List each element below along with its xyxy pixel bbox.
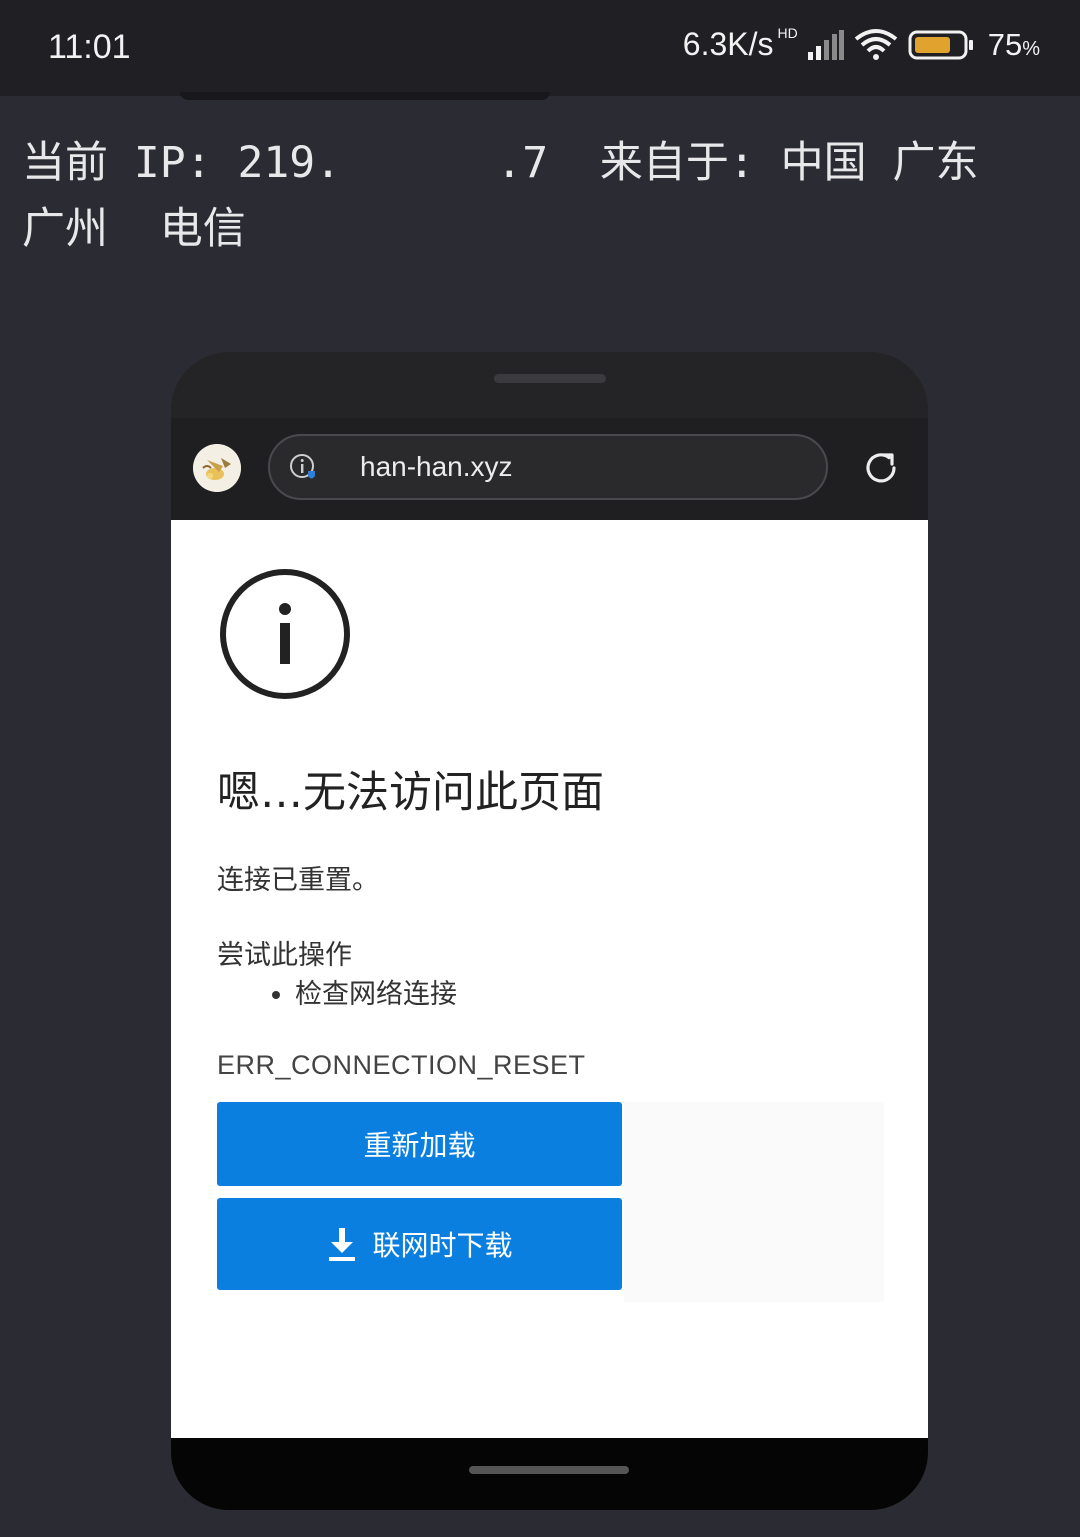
error-description: 连接已重置。 bbox=[217, 865, 379, 896]
camera-notch bbox=[180, 92, 550, 100]
info-circle-icon bbox=[220, 569, 350, 699]
error-code: ERR_CONNECTION_RESET bbox=[217, 1050, 586, 1080]
reload-button[interactable]: 重新加载 bbox=[217, 1102, 622, 1186]
download-when-online-button[interactable]: 联网时下载 bbox=[217, 1198, 622, 1290]
page-shadow-area bbox=[624, 1102, 884, 1302]
ip-info-masked: 1█ █ bbox=[341, 138, 497, 188]
status-indicators: 6.3K/s HD 75% bbox=[682, 24, 1040, 63]
phone-mockup: han-han.xyz 嗯…无法访问此页面 连接已重置。 尝试此操作 检查网络连… bbox=[171, 352, 928, 1510]
phone-bottom-bar bbox=[171, 1438, 928, 1510]
reload-button-label: 重新加载 bbox=[363, 1129, 476, 1162]
download-icon bbox=[329, 1228, 356, 1261]
site-info-icon[interactable] bbox=[288, 452, 318, 482]
ip-info-suffix: .7 来自于: 中国 广东 bbox=[496, 138, 979, 188]
try-this-heading: 尝试此操作 bbox=[217, 940, 352, 971]
wifi-icon bbox=[854, 28, 897, 60]
home-indicator[interactable] bbox=[469, 1466, 629, 1474]
profile-avatar[interactable] bbox=[193, 444, 241, 492]
battery-percentage: 75% bbox=[987, 26, 1040, 62]
ip-info-prefix: 当前 IP: 219. bbox=[22, 138, 341, 188]
network-speed: 6.3K/s bbox=[682, 26, 774, 62]
status-time: 11:01 bbox=[48, 28, 131, 66]
cellular-signal-icon bbox=[807, 29, 844, 60]
battery-icon bbox=[908, 30, 973, 59]
browser-toolbar: han-han.xyz bbox=[171, 418, 928, 520]
download-button-label: 联网时下载 bbox=[372, 1229, 513, 1262]
avatar-image-icon bbox=[193, 444, 241, 492]
reload-icon[interactable] bbox=[861, 448, 901, 488]
ip-info-line-1: 当前 IP: 219.1█ █.7 来自于: 中国 广东 bbox=[22, 128, 979, 190]
error-title: 嗯…无法访问此页面 bbox=[217, 768, 604, 818]
suggestion-list: 检查网络连接 bbox=[257, 972, 457, 1011]
hd-label: HD bbox=[777, 24, 798, 41]
address-bar[interactable]: han-han.xyz bbox=[268, 434, 828, 500]
url-text: han-han.xyz bbox=[360, 451, 513, 482]
error-page: 嗯…无法访问此页面 连接已重置。 尝试此操作 检查网络连接 ERR_CONNEC… bbox=[171, 520, 928, 1438]
phone-speaker bbox=[494, 374, 606, 383]
suggestion-item: 检查网络连接 bbox=[295, 972, 457, 1011]
ip-info-line-2: 广州 电信 bbox=[22, 204, 246, 254]
status-bar: 11:01 6.3K/s HD 75% bbox=[0, 0, 1080, 96]
